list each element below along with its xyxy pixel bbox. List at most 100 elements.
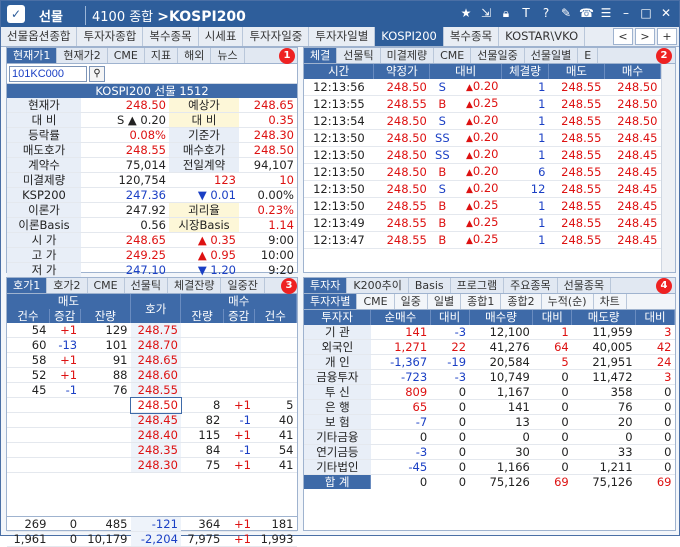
ask-qty: 88 [80, 367, 131, 383]
investor-value: 22 [430, 339, 470, 355]
book-total: 0 [49, 516, 81, 532]
quote-label2: 전일계약 [169, 157, 239, 173]
tick-side: S [429, 112, 455, 130]
investor-name: 보 험 [304, 414, 371, 430]
quote-value: 249.25 [81, 247, 169, 263]
quote-tab[interactable]: 뉴스 [211, 48, 245, 63]
investor-value: 33 [571, 444, 636, 460]
screen-tab[interactable]: KOSTAR\VKO [499, 27, 586, 46]
menu-icon[interactable]: ☰ [599, 5, 613, 21]
maximize-icon[interactable]: □ [639, 5, 653, 21]
tick-price: 248.50 [373, 129, 430, 147]
tick-ask: 248.55 [548, 197, 605, 215]
quote-row: 미결제량 120,754 123 10 [7, 172, 297, 188]
orderbook-tab[interactable]: 호가1 [7, 278, 48, 293]
minimize-icon[interactable]: – [619, 5, 633, 21]
tick-bid: 248.45 [604, 146, 661, 164]
investors-tab[interactable]: 주요종목 [504, 278, 558, 293]
investors-subtab[interactable]: 누적(순) [542, 294, 594, 309]
tools-icon[interactable]: ✎ [559, 5, 573, 21]
tick-row: 12:13:56248.50S0.201248.55248.50 [304, 78, 661, 96]
tick-volume: 1 [501, 231, 549, 249]
ticks-tab[interactable]: 미결제량 [381, 48, 435, 63]
star-icon[interactable]: ★ [459, 5, 473, 21]
ask-qty: 101 [80, 337, 131, 353]
screen-tab[interactable]: 복수종목 [143, 27, 199, 46]
tick-price: 248.50 [373, 180, 430, 198]
close-icon[interactable]: ✕ [659, 5, 673, 21]
tick-price: 248.55 [373, 95, 430, 113]
investors-tab[interactable]: 투자자 [304, 278, 348, 293]
ticks-tab[interactable]: 선물일별 [525, 48, 579, 63]
ticks-tab[interactable]: E [578, 48, 599, 63]
orderbook-tab[interactable]: 선물틱 [125, 278, 168, 293]
investor-row: 외국인 1,271 22 41,276 64 40,005 42 [304, 339, 675, 355]
investor-value: 0 [635, 384, 675, 400]
book-price-header: 호가 [130, 294, 182, 323]
orderbook-tab[interactable]: 호가2 [47, 278, 88, 293]
investors-subtab[interactable]: 종합2 [501, 294, 542, 309]
tick-change: 0.20 [454, 78, 502, 96]
quote-tab[interactable]: CME [108, 48, 145, 63]
screen-tab[interactable]: 복수종목 [444, 27, 500, 46]
quote-tab[interactable]: 해외 [178, 48, 212, 63]
screen-tab[interactable]: 투자자일중 [243, 27, 310, 46]
ticks-tab[interactable]: 선물틱 [337, 48, 381, 63]
quote-value2: 9:20 [239, 262, 297, 278]
investors-tab[interactable]: K200추이 [347, 278, 409, 293]
empty-cell [7, 502, 49, 517]
tab-prev-button[interactable]: < [613, 28, 633, 45]
investors-subtab[interactable]: 종합1 [461, 294, 502, 309]
phone-icon[interactable]: ☎ [579, 5, 594, 21]
ticks-tab[interactable]: 체결 [304, 48, 338, 63]
orderbook-tab[interactable]: 일중잔 [221, 278, 265, 293]
screen-tab[interactable]: 선물옵션종합 [1, 27, 78, 46]
quote-tab[interactable]: 현재가2 [57, 48, 108, 63]
font-icon[interactable]: T [519, 5, 533, 21]
tick-side: SS [429, 129, 455, 147]
screen-tab[interactable]: 투자자일별 [309, 27, 376, 46]
tick-row: 12:13:50248.50SS0.201248.55248.45 [304, 129, 661, 147]
screen-tab[interactable]: 투자자종합 [77, 27, 144, 46]
help-icon[interactable]: ? [539, 5, 553, 21]
empty-cell [80, 397, 131, 413]
investors-tab[interactable]: 선물종목 [558, 278, 612, 293]
investors-subtab[interactable]: 투자자별 [304, 294, 358, 309]
book-total: +1 [223, 516, 254, 532]
tick-price: 248.55 [373, 214, 430, 232]
ask-count: 60 [7, 337, 50, 353]
screen-tab[interactable]: KOSPI200 [375, 27, 444, 46]
quote-tab[interactable]: 지표 [145, 48, 179, 63]
lock-icon[interactable]: 🔒︎ [499, 5, 513, 21]
tick-ask: 248.55 [548, 78, 605, 96]
code-input[interactable] [9, 66, 87, 82]
code-search-button[interactable]: ⚲ [89, 66, 105, 82]
investor-value: 20 [571, 414, 636, 430]
investors-tab[interactable]: Basis [409, 278, 451, 293]
tick-side: B [429, 214, 455, 232]
bid-count: 40 [254, 412, 297, 428]
tab-next-button[interactable]: > [635, 28, 655, 45]
orderbook-tabs: 호가1 호가2 CME 선물틱 체결잔량 일중잔 [7, 278, 297, 294]
orderbook-tab[interactable]: CME [88, 278, 125, 293]
ask-change: -13 [49, 337, 81, 353]
investors-tabs: 투자자 K200추이 Basis 프로그램 주요종목 선물종목 [304, 278, 675, 294]
tab-add-button[interactable]: + [657, 28, 677, 45]
orderbook-tab[interactable]: 체결잔량 [168, 278, 222, 293]
ticks-scrollbar[interactable] [661, 64, 675, 272]
investors-subtab[interactable]: 일별 [428, 294, 462, 309]
tick-ask: 248.55 [548, 163, 605, 181]
investor-value: -723 [370, 369, 431, 385]
export-icon[interactable]: ⇲ [479, 5, 493, 21]
investors-subtab[interactable]: CME [357, 294, 395, 309]
quote-tab[interactable]: 현재가1 [7, 48, 58, 63]
quote-row: 이론Basis 0.56 시장Basis 1.14 [7, 217, 297, 233]
quote-label2: 시장Basis [169, 217, 239, 233]
investors-tab[interactable]: 프로그램 [451, 278, 505, 293]
investors-subtab[interactable]: 차트 [594, 294, 627, 309]
investors-subtab[interactable]: 일중 [395, 294, 428, 309]
ticks-tab[interactable]: 선물일중 [471, 48, 525, 63]
ticks-tab[interactable]: CME [434, 48, 472, 63]
quote-value2: 10:00 [239, 247, 297, 263]
screen-tab[interactable]: 시세표 [199, 27, 244, 46]
